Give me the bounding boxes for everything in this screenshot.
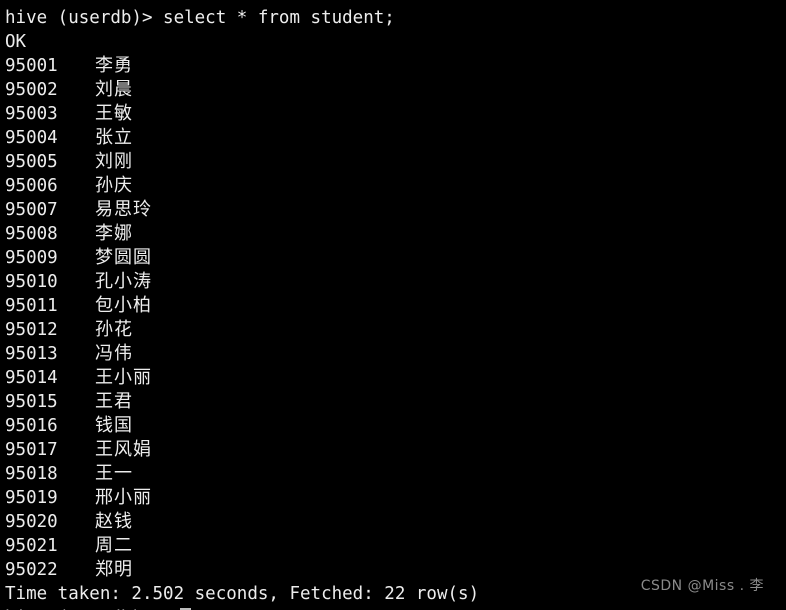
table-row: 95004 张立 bbox=[0, 126, 786, 150]
terminal-scroll-area: hive (userdb)> select * from student; OK… bbox=[0, 0, 786, 610]
student-id: 95014 bbox=[5, 368, 58, 388]
student-id: 95011 bbox=[5, 296, 58, 316]
student-name: 王一 bbox=[95, 463, 133, 484]
student-id: 95004 bbox=[5, 128, 58, 148]
table-row: 95012 孙花 bbox=[0, 318, 786, 342]
table-row: 95013 冯伟 bbox=[0, 342, 786, 366]
table-row: 95015 王君 bbox=[0, 390, 786, 414]
student-name: 王敏 bbox=[95, 103, 133, 124]
query-result-rows: 95001 李勇 95002 刘晨 95003 王敏 95004 张立 95005 刘刚 95006… bbox=[0, 54, 786, 582]
table-row: 95021 周二 bbox=[0, 534, 786, 558]
student-id: 95020 bbox=[5, 512, 58, 532]
student-name: 李勇 bbox=[95, 55, 133, 76]
student-id: 95019 bbox=[5, 488, 58, 508]
student-id: 95005 bbox=[5, 152, 58, 172]
table-row: 95010 孔小涛 bbox=[0, 270, 786, 294]
table-row: 95007 易思玲 bbox=[0, 198, 786, 222]
terminal-next-prompt-line[interactable]: hive (userdb)> bbox=[0, 606, 786, 610]
student-id: 95008 bbox=[5, 224, 58, 244]
terminal-window[interactable]: hive (userdb)> select * from student; OK… bbox=[0, 0, 786, 610]
table-row: 95019 邢小丽 bbox=[0, 486, 786, 510]
table-row: 95018 王一 bbox=[0, 462, 786, 486]
student-name: 刘晨 bbox=[95, 79, 133, 100]
student-name: 刘刚 bbox=[95, 151, 133, 172]
table-row: 95006 孙庆 bbox=[0, 174, 786, 198]
student-name: 钱国 bbox=[95, 415, 133, 436]
student-name: 梦圆圆 bbox=[95, 247, 152, 268]
table-row: 95014 王小丽 bbox=[0, 366, 786, 390]
student-name: 周二 bbox=[95, 535, 133, 556]
table-row: 95001 李勇 bbox=[0, 54, 786, 78]
student-name: 郑明 bbox=[95, 559, 133, 580]
table-row: 95009 梦圆圆 bbox=[0, 246, 786, 270]
student-name: 邢小丽 bbox=[95, 487, 152, 508]
student-id: 95015 bbox=[5, 392, 58, 412]
student-id: 95006 bbox=[5, 176, 58, 196]
student-name: 孙庆 bbox=[95, 175, 133, 196]
student-id: 95022 bbox=[5, 560, 58, 580]
terminal-ok-line: OK bbox=[5, 32, 27, 52]
query-status-line: Time taken: 2.502 seconds, Fetched: 22 r… bbox=[5, 584, 480, 604]
student-name: 王君 bbox=[95, 391, 133, 412]
student-id: 95017 bbox=[5, 440, 58, 460]
student-id: 95002 bbox=[5, 80, 58, 100]
student-id: 95007 bbox=[5, 200, 58, 220]
student-name: 李娜 bbox=[95, 223, 133, 244]
student-name: 包小柏 bbox=[95, 295, 152, 316]
terminal-command-line: hive (userdb)> select * from student; bbox=[5, 8, 395, 28]
table-row: 95003 王敏 bbox=[0, 102, 786, 126]
student-id: 95016 bbox=[5, 416, 58, 436]
table-row: 95005 刘刚 bbox=[0, 150, 786, 174]
student-name: 张立 bbox=[95, 127, 133, 148]
student-id: 95013 bbox=[5, 344, 58, 364]
student-name: 冯伟 bbox=[95, 343, 133, 364]
student-name: 赵钱 bbox=[95, 511, 133, 532]
student-name: 孙花 bbox=[95, 319, 133, 340]
table-row: 95017 王风娟 bbox=[0, 438, 786, 462]
student-id: 95001 bbox=[5, 56, 58, 76]
student-name: 易思玲 bbox=[95, 199, 152, 220]
table-row: 95016 钱国 bbox=[0, 414, 786, 438]
student-id: 95010 bbox=[5, 272, 58, 292]
student-id: 95009 bbox=[5, 248, 58, 268]
table-row: 95011 包小柏 bbox=[0, 294, 786, 318]
student-id: 95018 bbox=[5, 464, 58, 484]
student-id: 95021 bbox=[5, 536, 58, 556]
student-id: 95012 bbox=[5, 320, 58, 340]
student-name: 孔小涛 bbox=[95, 271, 152, 292]
table-row: 95002 刘晨 bbox=[0, 78, 786, 102]
student-name: 王风娟 bbox=[95, 439, 152, 460]
table-row: 95022 郑明 bbox=[0, 558, 786, 582]
student-id: 95003 bbox=[5, 104, 58, 124]
student-name: 王小丽 bbox=[95, 367, 152, 388]
table-row: 95020 赵钱 bbox=[0, 510, 786, 534]
table-row: 95008 李娜 bbox=[0, 222, 786, 246]
